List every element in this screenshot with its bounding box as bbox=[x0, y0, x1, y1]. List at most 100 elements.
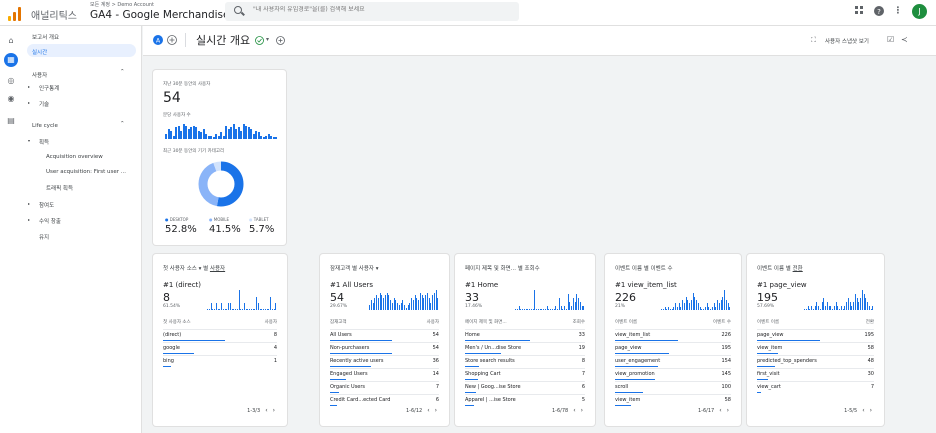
table-row[interactable]: view_item 58 bbox=[757, 342, 874, 355]
spark-bar bbox=[437, 297, 439, 310]
account-breadcrumb[interactable]: 모든 계정 > Demo Account bbox=[90, 1, 154, 8]
card-title[interactable]: 잠재고객 별 사용자 ▾ bbox=[330, 264, 379, 272]
apps-grid-icon[interactable] bbox=[853, 6, 865, 18]
add-icon[interactable] bbox=[276, 36, 285, 45]
table-row[interactable]: Shopping Cart 7 bbox=[465, 368, 585, 381]
table-row[interactable]: view_item_list 226 bbox=[615, 329, 731, 342]
view-user-snapshot-button[interactable]: 사용자 스냅샷 보기 bbox=[825, 37, 869, 45]
table-row[interactable]: All Users 54 bbox=[330, 329, 439, 342]
next-page-icon[interactable]: › bbox=[727, 407, 729, 414]
next-page-icon[interactable]: › bbox=[581, 407, 583, 414]
table-row[interactable]: bing 1 bbox=[163, 355, 277, 368]
share-icon[interactable]: ≺ bbox=[901, 35, 908, 44]
chevron-up-icon[interactable]: ⌃ bbox=[120, 69, 125, 75]
customize-report-icon[interactable]: ☑ bbox=[887, 35, 894, 44]
table-row[interactable]: Engaged Users 14 bbox=[330, 368, 439, 381]
prev-page-icon[interactable]: ‹ bbox=[427, 407, 429, 414]
row-value: 54 bbox=[432, 345, 439, 351]
nav-engagement[interactable]: 참여도 bbox=[39, 201, 54, 209]
help-icon[interactable]: ? bbox=[873, 6, 885, 19]
card-title[interactable]: 페이지 제목 및 화면... 별 조회수 bbox=[465, 264, 540, 272]
table-row[interactable]: scroll 100 bbox=[615, 381, 731, 394]
more-vert-icon[interactable]: ⋮ bbox=[892, 6, 904, 16]
table-row[interactable]: Non-purchasers 54 bbox=[330, 342, 439, 355]
home-icon[interactable]: ⌂ bbox=[4, 34, 18, 48]
avatar[interactable]: J bbox=[912, 4, 927, 19]
nav-user-acquisition[interactable]: User acquisition: First user ... bbox=[46, 169, 126, 175]
table-row[interactable]: Men's / Un...dise Store 19 bbox=[465, 342, 585, 355]
search-bar[interactable] bbox=[225, 2, 519, 21]
table-row[interactable]: view_promotion 145 bbox=[615, 368, 731, 381]
nav-section-user[interactable]: 사용자 bbox=[32, 71, 47, 79]
card-title[interactable]: 이벤트 이름 별 이벤트 수 bbox=[615, 264, 673, 272]
row-bar bbox=[163, 339, 225, 341]
top-item-pct: 21% bbox=[615, 304, 626, 309]
card-title-text: 이벤트 이름 별 이벤트 수 bbox=[615, 266, 673, 272]
prev-page-icon[interactable]: ‹ bbox=[719, 407, 721, 414]
table-row[interactable]: google 4 bbox=[163, 342, 277, 355]
card-title[interactable]: 첫 사용자 소스 ▾ 별 사용자 bbox=[163, 264, 225, 272]
table-row[interactable]: user_engagement 154 bbox=[615, 355, 731, 368]
table-row[interactable]: Home 33 bbox=[465, 329, 585, 342]
table-row[interactable]: Credit Card...ected Card 6 bbox=[330, 394, 439, 407]
row-name: Store search results bbox=[465, 358, 515, 364]
analytics-logo-icon[interactable] bbox=[8, 7, 22, 21]
card-title[interactable]: 이벤트 이름 별 전환 bbox=[757, 264, 803, 272]
table-row[interactable]: Recently active users 36 bbox=[330, 355, 439, 368]
nav-realtime[interactable]: 실시간 bbox=[32, 48, 47, 56]
product-name: 애널리틱스 bbox=[31, 11, 77, 22]
explore-icon[interactable]: ◎ bbox=[4, 74, 18, 88]
table-row[interactable]: first_visit 30 bbox=[757, 368, 874, 381]
add-comparison-icon[interactable] bbox=[167, 35, 177, 45]
check-circle-icon[interactable] bbox=[255, 36, 264, 45]
col-dimension-header: 이벤트 이름 bbox=[615, 320, 638, 325]
table-row[interactable]: predicted_top_spenders 48 bbox=[757, 355, 874, 368]
next-page-icon[interactable]: › bbox=[870, 407, 872, 414]
nav-section-lifecycle[interactable]: Life cycle bbox=[32, 123, 58, 129]
device-donut-chart bbox=[198, 161, 244, 207]
top-item-pct: 61.54% bbox=[163, 304, 181, 309]
snapshot-icon[interactable]: ⛶ bbox=[811, 36, 816, 45]
search-input[interactable] bbox=[253, 6, 513, 13]
nav-traffic-acquisition[interactable]: 트래픽 획득 bbox=[46, 184, 73, 192]
row-name: Recently active users bbox=[330, 358, 384, 364]
next-page-icon[interactable]: › bbox=[273, 407, 275, 414]
compare-icon[interactable]: A bbox=[153, 35, 163, 45]
table-row[interactable]: page_view 195 bbox=[757, 329, 874, 342]
card-metric-link[interactable]: 사용자 bbox=[210, 266, 225, 272]
table-row[interactable]: New | Goog...ise Store 6 bbox=[465, 381, 585, 394]
pagination: 1-6/78 ‹ › bbox=[552, 407, 583, 414]
row-value: 48 bbox=[867, 358, 874, 364]
top-item-value: 195 bbox=[757, 291, 778, 304]
nav-reports-overview[interactable]: 보고서 개요 bbox=[32, 33, 59, 41]
table-row[interactable]: view_item 58 bbox=[615, 394, 731, 407]
nav-demographics[interactable]: 인구통계 bbox=[39, 84, 59, 92]
col-dimension-header: 이벤트 이름 bbox=[757, 320, 780, 325]
table-row[interactable]: view_cart 7 bbox=[757, 381, 874, 394]
nav-acquisition[interactable]: 획득 bbox=[39, 138, 49, 146]
nav-monetization[interactable]: 수익 창출 bbox=[39, 217, 61, 225]
table-row[interactable]: Store search results 8 bbox=[465, 355, 585, 368]
table-row[interactable]: (direct) 8 bbox=[163, 329, 277, 342]
nav-acquisition-overview[interactable]: Acquisition overview bbox=[46, 154, 103, 160]
table-row[interactable]: Organic Users 7 bbox=[330, 381, 439, 394]
chevron-down-icon[interactable]: ▾ bbox=[266, 36, 269, 43]
top-item: #1 Home bbox=[465, 281, 499, 289]
nav-retention[interactable]: 유지 bbox=[39, 233, 49, 241]
card-metric-link[interactable]: 전환 bbox=[793, 266, 803, 272]
prev-page-icon[interactable]: ‹ bbox=[265, 407, 267, 414]
prev-page-icon[interactable]: ‹ bbox=[573, 407, 575, 414]
reports-icon[interactable]: ▦ bbox=[4, 53, 18, 67]
configure-icon[interactable]: ▤ bbox=[4, 114, 18, 128]
row-bar bbox=[465, 378, 478, 380]
chevron-up-icon[interactable]: ⌃ bbox=[120, 121, 125, 127]
row-value: 8 bbox=[273, 332, 277, 338]
table-row[interactable]: Apparel | ...ise Store 5 bbox=[465, 394, 585, 407]
prev-page-icon[interactable]: ‹ bbox=[862, 407, 864, 414]
table-row[interactable]: page_view 195 bbox=[615, 342, 731, 355]
reports-nav: 보고서 개요 실시간 사용자 ⌃ ▸ 인구통계 ▸ 기술 Life cycle … bbox=[22, 26, 142, 433]
nav-tech[interactable]: 기술 bbox=[39, 100, 49, 108]
advertising-icon[interactable]: ◉ bbox=[4, 92, 18, 106]
row-name: page_view bbox=[615, 345, 642, 351]
next-page-icon[interactable]: › bbox=[435, 407, 437, 414]
